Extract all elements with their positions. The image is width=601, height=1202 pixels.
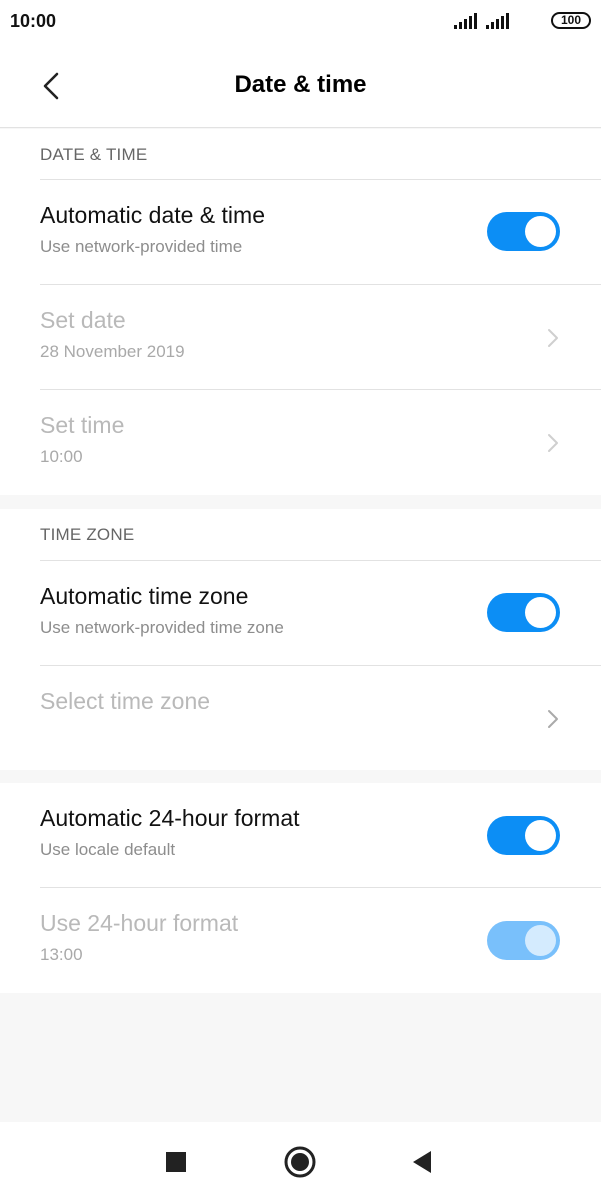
chevron-right-icon (548, 434, 558, 452)
status-bar: 10:00 100 (0, 0, 601, 44)
row-title: Automatic time zone (40, 583, 249, 609)
row-subtitle: 13:00 (40, 945, 83, 964)
row-subtitle: 28 November 2019 (40, 342, 185, 361)
section-header-time-zone: TIME ZONE (40, 525, 135, 544)
use-24-hour-format-row[interactable]: Use 24-hour format 13:00 (0, 888, 601, 993)
row-title: Select time zone (40, 688, 211, 714)
battery-icon: 100 (551, 12, 591, 29)
row-subtitle: Use network-provided time (40, 237, 243, 256)
row-title: Set date (40, 307, 126, 333)
signal-icon (486, 13, 509, 29)
back-triangle-icon[interactable] (405, 1144, 441, 1180)
row-subtitle: 10:00 (40, 447, 83, 466)
automatic-date-time-row[interactable]: Automatic date & time Use network-provid… (0, 180, 601, 285)
row-title: Automatic date & time (40, 202, 265, 228)
automatic-24-hour-format-row[interactable]: Automatic 24-hour format Use locale defa… (0, 783, 601, 888)
page-title: Date & time (234, 71, 367, 98)
title-bar: Date & time (0, 44, 601, 128)
automatic-date-time-toggle[interactable] (487, 212, 560, 251)
section-header-date-time: DATE & TIME (40, 145, 148, 164)
set-date-row[interactable]: Set date 28 November 2019 (0, 285, 601, 390)
toggle-knob (525, 216, 556, 247)
signal-icon (454, 13, 477, 29)
automatic-time-zone-toggle[interactable] (487, 593, 560, 632)
use-24-hour-format-toggle[interactable] (487, 921, 560, 960)
row-title: Automatic 24-hour format (40, 805, 300, 831)
section-hour-format: Automatic 24-hour format Use locale defa… (0, 783, 601, 993)
row-subtitle: Use locale default (40, 840, 176, 859)
chevron-right-icon (548, 329, 558, 347)
status-time: 10:00 (10, 11, 57, 31)
home-circle-icon[interactable] (282, 1144, 318, 1180)
set-time-row[interactable]: Set time 10:00 (0, 390, 601, 495)
row-title: Use 24-hour format (40, 910, 239, 936)
row-title: Set time (40, 412, 125, 438)
battery-level: 100 (560, 13, 582, 27)
chevron-right-icon (548, 710, 558, 728)
automatic-24-hour-format-toggle[interactable] (487, 816, 560, 855)
section-date-time: DATE & TIME Automatic date & time Use ne… (0, 129, 601, 495)
automatic-time-zone-row[interactable]: Automatic time zone Use network-provided… (0, 561, 601, 666)
toggle-knob (525, 820, 556, 851)
section-time-zone: TIME ZONE Automatic time zone Use networ… (0, 509, 601, 770)
navigation-bar (0, 1122, 601, 1202)
recents-square-icon[interactable] (158, 1144, 194, 1180)
toggle-knob (525, 925, 556, 956)
toggle-knob (525, 597, 556, 628)
select-time-zone-row[interactable]: Select time zone (0, 666, 601, 771)
row-subtitle: Use network-provided time zone (40, 618, 284, 637)
